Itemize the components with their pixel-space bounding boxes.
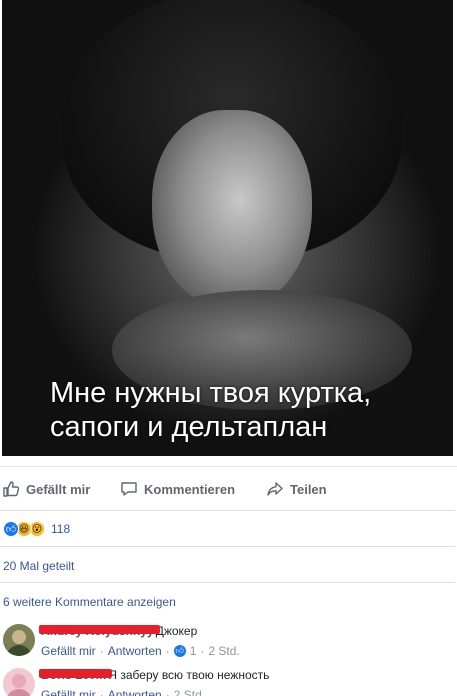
avatar[interactable]	[3, 624, 35, 656]
avatar[interactable]	[3, 668, 35, 696]
comment-timestamp[interactable]: 2 Std.	[208, 644, 239, 658]
comment-button[interactable]: Kommentieren	[120, 472, 235, 506]
separator-dot: ·	[99, 688, 104, 696]
comment-bubble-icon	[121, 482, 137, 496]
share-arrow-icon	[267, 482, 283, 496]
divider	[0, 510, 455, 511]
divider	[0, 582, 455, 583]
post-actions-bar: Gefällt mir Kommentieren Teilen	[0, 472, 457, 506]
comment-author[interactable]: Boris Levin	[39, 668, 113, 682]
like-button[interactable]: Gefällt mir	[2, 472, 90, 506]
comment-text: Джокер	[155, 624, 198, 638]
reactions-summary[interactable]: 👍︎ 😆 😮 118	[3, 520, 70, 538]
comment-body: Boris Levin Я заберу всю твою нежность G…	[39, 668, 270, 696]
comment-reply-link[interactable]: Antworten	[108, 644, 162, 658]
thumbs-up-icon	[3, 481, 20, 497]
reaction-count[interactable]: 118	[51, 522, 70, 536]
image-caption: Мне нужны твоя куртка, сапоги и дельтапл…	[50, 377, 372, 443]
comment-timestamp[interactable]: 2 Std.	[174, 688, 205, 696]
comment-text: Я заберу всю твою нежность	[108, 668, 270, 682]
redaction-mark	[39, 625, 160, 634]
like-reaction-icon: 👍︎	[173, 645, 186, 657]
comment-reply-link[interactable]: Antworten	[108, 688, 162, 696]
separator-dot: ·	[99, 644, 104, 658]
comment-author[interactable]: Andrey Kolyushnyy	[39, 624, 160, 638]
comment-like-link[interactable]: Gefällt mir	[41, 688, 96, 696]
comment-like-link[interactable]: Gefällt mir	[41, 644, 96, 658]
redaction-mark	[39, 669, 113, 678]
separator-dot: ·	[165, 688, 170, 696]
share-button-label: Teilen	[290, 481, 327, 497]
like-reaction-icon: 👍︎	[3, 521, 19, 537]
divider	[0, 466, 457, 467]
image-face-shape	[152, 110, 312, 310]
share-button[interactable]: Teilen	[266, 472, 327, 506]
avatar-photo-icon	[3, 624, 35, 656]
comment-button-label: Kommentieren	[144, 481, 236, 497]
shares-count-link[interactable]: 20 Mal geteilt	[3, 559, 74, 573]
post-image[interactable]: Мне нужны твоя куртка, сапоги и дельтапл…	[2, 0, 453, 456]
like-button-label: Gefällt mir	[26, 481, 91, 497]
divider	[0, 546, 455, 547]
comment-like-count[interactable]: 1	[190, 644, 197, 658]
separator-dot: ·	[165, 644, 170, 658]
more-comments-link[interactable]: 6 weitere Kommentare anzeigen	[3, 595, 176, 609]
avatar-photo-icon	[3, 668, 35, 696]
comment-body: Andrey Kolyushnyy Джокер Gefällt mir · A…	[39, 624, 240, 658]
separator-dot: ·	[200, 644, 205, 658]
